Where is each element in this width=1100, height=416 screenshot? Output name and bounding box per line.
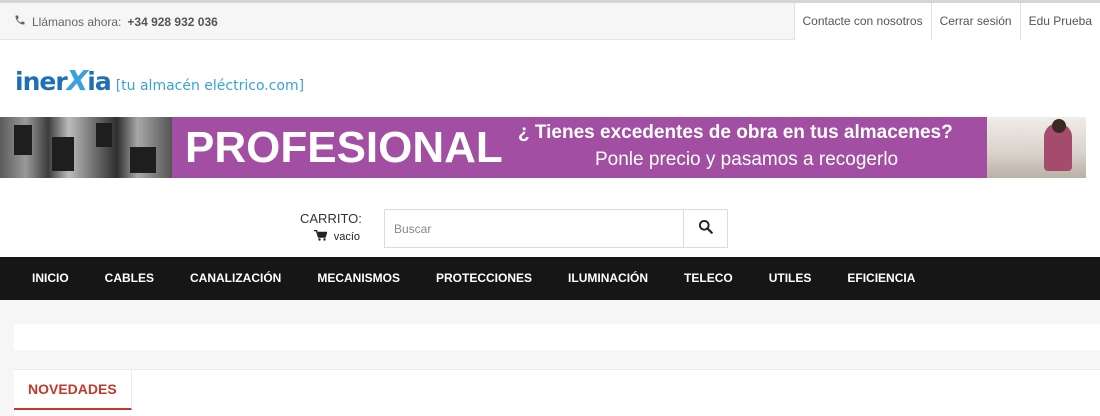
logout-link[interactable]: Cerrar sesión — [930, 3, 1020, 40]
top-bar: Llámanos ahora: +34 928 932 036 Contacte… — [0, 0, 1100, 40]
phone-number[interactable]: +34 928 932 036 — [127, 15, 217, 29]
banner-line2: Ponle precio y pasamos a recogerlo — [595, 149, 899, 170]
logo-brand: inerXia — [15, 64, 112, 97]
banner-headline: PROFESIONAL — [185, 123, 503, 172]
site-logo[interactable]: inerXia [tu almacén eléctrico.com] — [15, 64, 304, 100]
nav-item-iluminacion[interactable]: ILUMINACIÓN — [550, 257, 666, 300]
contact-link[interactable]: Contacte con nosotros — [793, 3, 931, 40]
nav-item-cables[interactable]: CABLES — [87, 257, 172, 300]
top-links: Contacte con nosotros Cerrar sesión Edu … — [793, 3, 1100, 40]
nav-item-utiles[interactable]: UTILES — [751, 257, 830, 300]
nav-item-canalizacion[interactable]: CANALIZACIÓN — [172, 257, 299, 300]
nav-item-inicio[interactable]: INICIO — [14, 257, 87, 300]
product-tabs: NOVEDADES — [14, 369, 1100, 416]
account-link[interactable]: Edu Prueba — [1019, 3, 1100, 40]
nav-item-protecciones[interactable]: PROTECCIONES — [418, 257, 550, 300]
search-icon — [698, 219, 713, 239]
cart-title: CARRITO: — [300, 211, 362, 226]
nav-item-teleco[interactable]: TELECO — [666, 257, 751, 300]
banner-line1: ¿ Tienes excedentes de obra en tus almac… — [518, 122, 953, 143]
main-nav: INICIO CABLES CANALIZACIÓN MECANISMOS PR… — [0, 257, 1100, 300]
nav-item-mecanismos[interactable]: MECANISMOS — [299, 257, 418, 300]
logo-tagline: [tu almacén eléctrico.com] — [115, 78, 305, 94]
cart-summary[interactable]: CARRITO: vacío — [300, 211, 362, 244]
banner-products-image — [0, 117, 172, 178]
banner-person-image — [987, 117, 1086, 178]
cart-state-label: vacío — [333, 231, 360, 243]
phone-contact: Llámanos ahora: +34 928 932 036 — [14, 14, 218, 29]
nav-item-eficiencia[interactable]: EFICIENCIA — [829, 257, 933, 300]
phone-label: Llámanos ahora: — [32, 14, 122, 29]
cart-status: vacío — [313, 229, 360, 244]
banner-text-area: PROFESIONAL ¿ Tienes excedentes de obra … — [172, 117, 987, 178]
phone-icon — [14, 14, 26, 29]
content-bar — [14, 324, 1100, 350]
search-input[interactable] — [385, 210, 683, 247]
search-box — [384, 209, 728, 248]
tab-novedades[interactable]: NOVEDADES — [14, 370, 132, 410]
cart-icon — [313, 229, 328, 244]
promo-banner[interactable]: PROFESIONAL ¿ Tienes excedentes de obra … — [0, 117, 1086, 178]
search-button[interactable] — [683, 210, 727, 247]
